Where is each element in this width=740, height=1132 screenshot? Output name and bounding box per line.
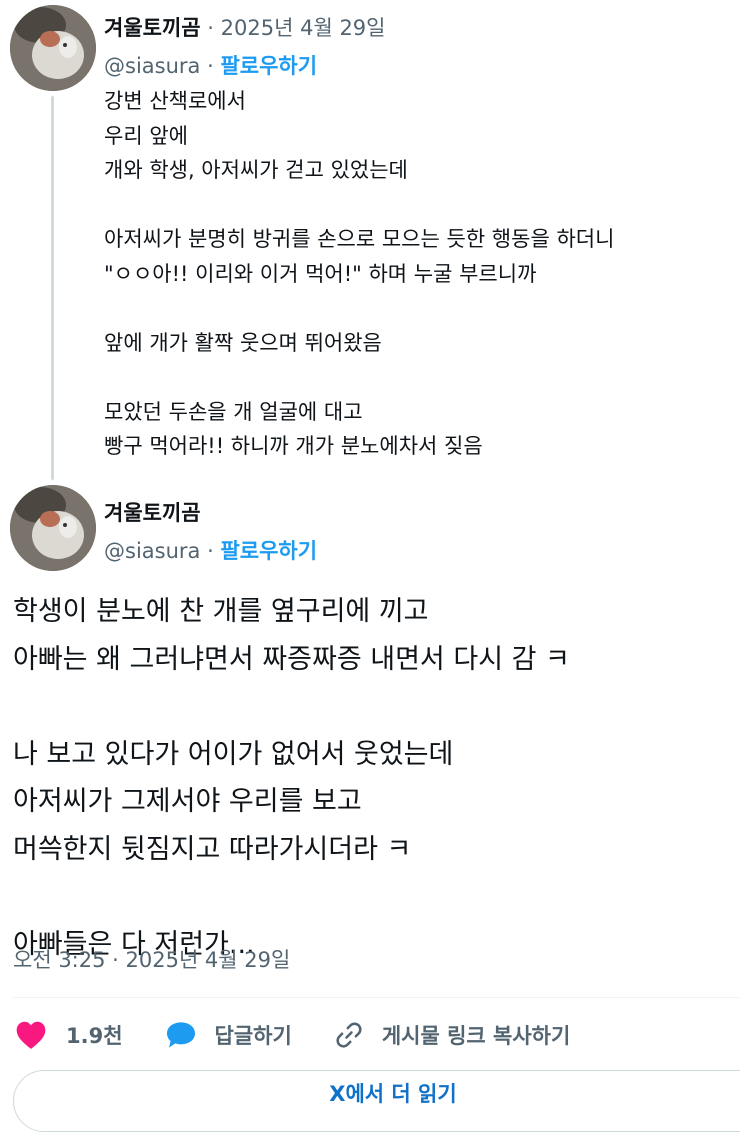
separator: ·: [200, 539, 221, 563]
main-tweet-header: 겨울토끼곰: [104, 497, 201, 527]
avatar[interactable]: [10, 5, 96, 91]
heart-icon: [16, 1021, 46, 1049]
reply-tweet-handle-row: @siasura · 팔로우하기: [104, 50, 317, 80]
author-handle[interactable]: @siasura: [104, 539, 200, 563]
avatar-photo: [10, 5, 96, 91]
author-name[interactable]: 겨울토끼곰: [104, 501, 201, 525]
like-count: 1.9천: [66, 1024, 123, 1048]
reply-label: 답글하기: [214, 1024, 292, 1048]
separator: ·: [200, 54, 221, 78]
author-handle[interactable]: @siasura: [104, 54, 200, 78]
copy-link-label: 게시물 링크 복사하기: [381, 1024, 571, 1048]
author-name[interactable]: 겨울토끼곰: [104, 16, 201, 40]
thread-connector-line: [51, 96, 54, 480]
main-tweet-text: 학생이 분노에 찬 개를 옆구리에 끼고 아빠는 왜 그러냐면서 짜증짜증 내면…: [13, 596, 570, 960]
read-more-on-x-button[interactable]: X에서 더 읽기: [13, 1070, 740, 1132]
main-tweet-handle-row: @siasura · 팔로우하기: [104, 535, 317, 565]
copy-link-button[interactable]: 게시물 링크 복사하기: [334, 1020, 571, 1050]
avatar[interactable]: [10, 485, 96, 571]
read-more-label: X에서 더 읽기: [329, 1082, 457, 1106]
avatar-photo: [10, 485, 96, 571]
like-button[interactable]: 1.9천: [14, 1020, 123, 1050]
follow-button[interactable]: 팔로우하기: [220, 539, 317, 563]
action-bar: 1.9천 답글하기 게시물 링크 복사하기: [14, 1012, 612, 1058]
tweet-date[interactable]: · 2025년 4월 29일: [207, 16, 385, 40]
reply-tweet-header: 겨울토끼곰 · 2025년 4월 29일: [104, 12, 385, 42]
speech-bubble-icon: [166, 1022, 195, 1048]
reply-button[interactable]: 답글하기: [165, 1020, 292, 1050]
follow-button[interactable]: 팔로우하기: [220, 54, 317, 78]
tweet-timestamp[interactable]: 오전 3:25 · 2025년 4월 29일: [13, 944, 290, 974]
reply-tweet-text: 강변 산책로에서 우리 앞에 개와 학생, 아저씨가 걷고 있었는데 아저씨가 …: [104, 89, 615, 458]
divider: [13, 997, 740, 998]
link-icon: [336, 1022, 362, 1048]
